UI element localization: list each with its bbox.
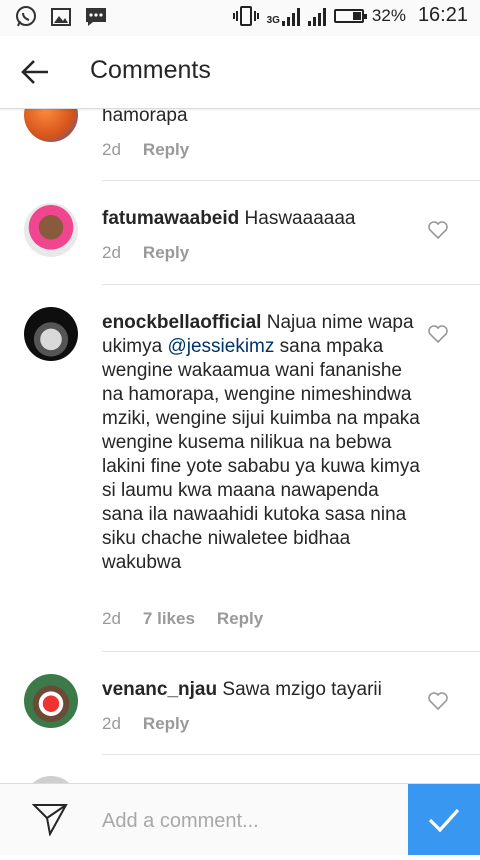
avatar[interactable] bbox=[24, 108, 78, 142]
comment-item: hamorapa 2d Reply bbox=[0, 108, 480, 180]
comment-text: hamorapa bbox=[102, 108, 188, 126]
divider bbox=[102, 754, 480, 755]
network-type: 3G bbox=[266, 14, 280, 26]
comment-time: 2d bbox=[102, 243, 121, 262]
comment-text: Sawa mzigo tayarii bbox=[222, 679, 382, 700]
heart-icon[interactable] bbox=[428, 221, 448, 239]
comment-item: venanc_njau Sawa mzigo tayarii 2d Reply bbox=[0, 652, 480, 754]
comment-text-continued: sana mpaka wengine wakaamua wani fananis… bbox=[102, 336, 420, 573]
avatar[interactable] bbox=[24, 307, 78, 361]
comment-time: 2d bbox=[102, 140, 121, 159]
comment-meta: 2d Reply bbox=[102, 714, 189, 734]
signal-2-icon bbox=[307, 6, 326, 26]
likes-count[interactable]: 7 likes bbox=[143, 609, 195, 629]
reply-button[interactable]: Reply bbox=[143, 243, 189, 263]
heart-icon[interactable] bbox=[428, 692, 448, 710]
comment-meta: 2d Reply bbox=[102, 243, 189, 263]
page-title: Comments bbox=[90, 56, 211, 84]
comment-meta: 2d Reply bbox=[102, 140, 189, 160]
gallery-icon bbox=[51, 8, 71, 26]
arrow-left-icon[interactable] bbox=[20, 58, 50, 86]
reply-button[interactable]: Reply bbox=[217, 609, 263, 629]
comment-item: fatumawaabeid Haswaaaaaa 2d Reply bbox=[0, 181, 480, 284]
comment-text: Haswaaaaaa bbox=[244, 208, 356, 229]
message-icon bbox=[86, 8, 106, 26]
avatar[interactable] bbox=[24, 203, 78, 257]
comment-time: 2d bbox=[102, 609, 121, 628]
comment-input[interactable] bbox=[102, 806, 392, 836]
mention-link[interactable]: @jessiekimz bbox=[167, 336, 274, 357]
comment-meta: 2d 7 likes Reply bbox=[102, 609, 263, 629]
comment-username[interactable]: fatumawaabeid bbox=[102, 208, 239, 229]
clock: 16:21 bbox=[417, 4, 468, 26]
status-bar: 3G 32% 16:21 bbox=[0, 0, 480, 36]
comment-time: 2d bbox=[102, 714, 121, 733]
vibrate-icon bbox=[232, 5, 259, 26]
avatar[interactable] bbox=[24, 674, 78, 728]
comment-username[interactable]: venanc_njau bbox=[102, 679, 217, 700]
heart-icon[interactable] bbox=[428, 325, 448, 343]
comment-list[interactable]: hamorapa 2d Reply fatumawaabeid Haswaaaa… bbox=[0, 108, 480, 783]
signal-icon bbox=[281, 6, 300, 26]
whatsapp-icon bbox=[16, 6, 36, 27]
paper-plane-icon[interactable] bbox=[32, 802, 68, 836]
avatar[interactable] bbox=[24, 776, 78, 783]
comment-username[interactable]: enockbellaofficial bbox=[102, 312, 261, 333]
reply-button[interactable]: Reply bbox=[143, 714, 189, 734]
post-button[interactable] bbox=[408, 784, 480, 855]
reply-button[interactable]: Reply bbox=[143, 140, 189, 160]
app-bar: Comments bbox=[0, 36, 480, 109]
comment-item: enockbellaofficial Najua nime wapa ukimy… bbox=[0, 285, 480, 651]
check-icon bbox=[428, 808, 460, 833]
comment-composer bbox=[0, 783, 480, 855]
battery-icon bbox=[333, 8, 367, 23]
battery-percent: 32% bbox=[371, 5, 406, 25]
